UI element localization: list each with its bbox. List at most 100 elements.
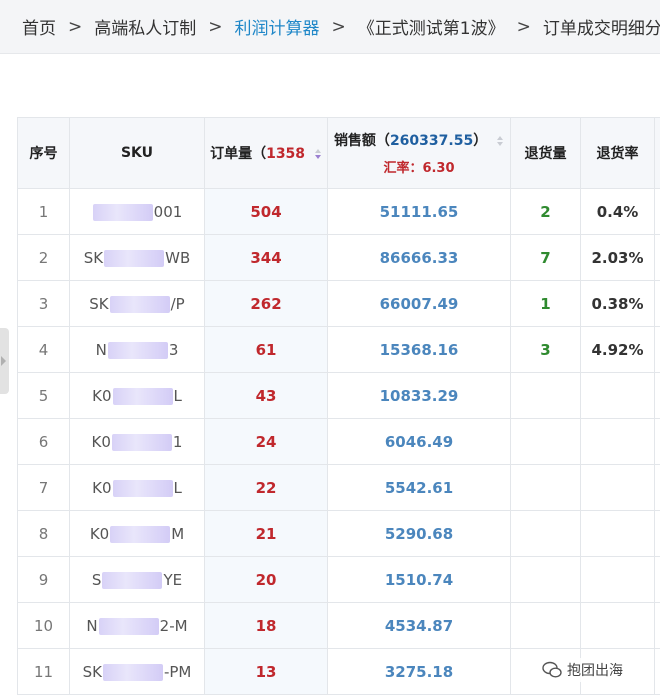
breadcrumb-separator: > bbox=[331, 16, 346, 37]
header-exchange-rate: 汇率：6.30 bbox=[383, 161, 455, 176]
breadcrumb-home[interactable]: 首页 bbox=[22, 14, 56, 39]
table-row[interactable]: 10 N 2-M 18 4534.87 bbox=[17, 602, 660, 649]
row-return-qty: 2 bbox=[510, 188, 581, 235]
row-return-rate bbox=[580, 556, 655, 603]
row-extra bbox=[654, 556, 660, 603]
sku-redaction bbox=[112, 479, 173, 497]
row-order-qty: 24 bbox=[204, 418, 328, 465]
row-extra bbox=[654, 188, 660, 235]
table-row[interactable]: 8 K0 M 21 5290.68 bbox=[17, 510, 660, 557]
row-order-qty: 18 bbox=[204, 602, 328, 649]
row-extra bbox=[654, 280, 660, 327]
sku-prefix: SK bbox=[83, 248, 104, 267]
row-extra bbox=[654, 326, 660, 373]
sku-suffix: 3 bbox=[168, 340, 179, 359]
table-row[interactable]: 4 N 3 61 15368.16 3 4.92% bbox=[17, 326, 660, 373]
row-return-rate bbox=[580, 602, 655, 649]
row-order-qty: 61 bbox=[204, 326, 328, 373]
sku-redaction bbox=[109, 295, 170, 313]
row-return-qty bbox=[510, 602, 581, 649]
row-order-qty: 22 bbox=[204, 464, 328, 511]
row-index: 9 bbox=[17, 556, 70, 603]
row-extra bbox=[654, 602, 660, 649]
table-row[interactable]: 9 S YE 20 1510.74 bbox=[17, 556, 660, 603]
row-index: 5 bbox=[17, 372, 70, 419]
sku-suffix: -PM bbox=[163, 662, 192, 681]
row-sales: 5290.68 bbox=[327, 510, 511, 557]
sku-prefix: N bbox=[86, 616, 98, 635]
row-index: 10 bbox=[17, 602, 70, 649]
table-row[interactable]: 5 K0 L 43 10833.29 bbox=[17, 372, 660, 419]
sort-icon[interactable] bbox=[496, 135, 504, 147]
sort-icon[interactable] bbox=[314, 148, 322, 160]
table-row[interactable]: 6 K0 1 24 6046.49 bbox=[17, 418, 660, 465]
row-index: 7 bbox=[17, 464, 70, 511]
sku-prefix: K0 bbox=[92, 386, 112, 405]
sku-suffix: 001 bbox=[153, 202, 183, 221]
row-return-rate: 4.92% bbox=[580, 326, 655, 373]
watermark: 抱团出海 bbox=[538, 658, 627, 682]
sku-prefix: S bbox=[91, 570, 102, 589]
row-sku: K0 L bbox=[69, 464, 205, 511]
sku-prefix: SK bbox=[82, 662, 102, 681]
row-return-rate: 0.38% bbox=[580, 280, 655, 327]
row-return-qty: 7 bbox=[510, 234, 581, 281]
table-header-row: 序号 SKU 订单量（1358 销售额（260337.55） 汇率：6.30 退… bbox=[17, 117, 660, 189]
sku-suffix: 2-M bbox=[159, 616, 188, 635]
header-sales-close: ） bbox=[473, 133, 488, 149]
sku-redaction bbox=[111, 433, 172, 451]
sku-redaction bbox=[107, 341, 168, 359]
row-extra bbox=[654, 648, 660, 695]
table-row[interactable]: 7 K0 L 22 5542.61 bbox=[17, 464, 660, 511]
row-order-qty: 504 bbox=[204, 188, 328, 235]
breadcrumb-separator: > bbox=[68, 16, 83, 37]
row-return-qty bbox=[510, 556, 581, 603]
row-extra bbox=[654, 464, 660, 511]
row-return-qty bbox=[510, 464, 581, 511]
sku-suffix: YE bbox=[163, 570, 183, 589]
sidebar-toggle-handle[interactable] bbox=[0, 328, 9, 394]
row-order-qty: 13 bbox=[204, 648, 328, 695]
row-return-qty: 1 bbox=[510, 280, 581, 327]
sku-suffix: L bbox=[173, 386, 182, 405]
row-order-qty: 262 bbox=[204, 280, 328, 327]
row-sales: 3275.18 bbox=[327, 648, 511, 695]
table-row[interactable]: 3 SK/P 262 66007.49 1 0.38% bbox=[17, 280, 660, 327]
row-sku: SK/P bbox=[69, 280, 205, 327]
header-sku: SKU bbox=[69, 117, 205, 189]
header-sales[interactable]: 销售额（260337.55） 汇率：6.30 bbox=[327, 117, 511, 189]
sku-prefix: K0 bbox=[92, 478, 112, 497]
sku-suffix: /P bbox=[170, 294, 185, 313]
breadcrumb: 首页 > 高端私人订制 > 利润计算器 > 《正式测试第1波》 > 订单成交明细… bbox=[0, 0, 660, 54]
sku-suffix: M bbox=[171, 524, 185, 543]
header-order-qty-label: 订单量（ bbox=[210, 146, 267, 162]
row-sku: SK -PM bbox=[69, 648, 205, 695]
row-return-qty bbox=[510, 372, 581, 419]
sku-redaction bbox=[104, 249, 165, 267]
row-return-qty: 3 bbox=[510, 326, 581, 373]
header-extra bbox=[654, 117, 660, 189]
table-row[interactable]: 2 SK WB 344 86666.33 7 2.03% bbox=[17, 234, 660, 281]
row-sales: 51111.65 bbox=[327, 188, 511, 235]
sku-suffix: WB bbox=[165, 248, 191, 267]
sku-prefix: SK bbox=[89, 294, 109, 313]
breadcrumb-item-test[interactable]: 《正式测试第1波》 bbox=[358, 14, 505, 39]
breadcrumb-item-calculator[interactable]: 利润计算器 bbox=[235, 14, 320, 39]
row-index: 4 bbox=[17, 326, 70, 373]
header-index: 序号 bbox=[17, 117, 70, 189]
row-sales: 66007.49 bbox=[327, 280, 511, 327]
sku-prefix: N bbox=[95, 340, 107, 359]
header-order-qty[interactable]: 订单量（1358 bbox=[204, 117, 328, 189]
row-return-qty bbox=[510, 418, 581, 465]
row-sales: 1510.74 bbox=[327, 556, 511, 603]
row-sku: 001 bbox=[69, 188, 205, 235]
table-row[interactable]: 1 001 504 51111.65 2 0.4% bbox=[17, 188, 660, 235]
sku-redaction bbox=[102, 663, 163, 681]
breadcrumb-item-detail: 订单成交明细分 bbox=[542, 19, 660, 39]
row-return-rate bbox=[580, 464, 655, 511]
row-order-qty: 21 bbox=[204, 510, 328, 557]
row-return-rate bbox=[580, 372, 655, 419]
breadcrumb-item-custom[interactable]: 高端私人订制 bbox=[94, 14, 196, 39]
row-sales: 86666.33 bbox=[327, 234, 511, 281]
sku-prefix: K0 bbox=[91, 432, 111, 451]
